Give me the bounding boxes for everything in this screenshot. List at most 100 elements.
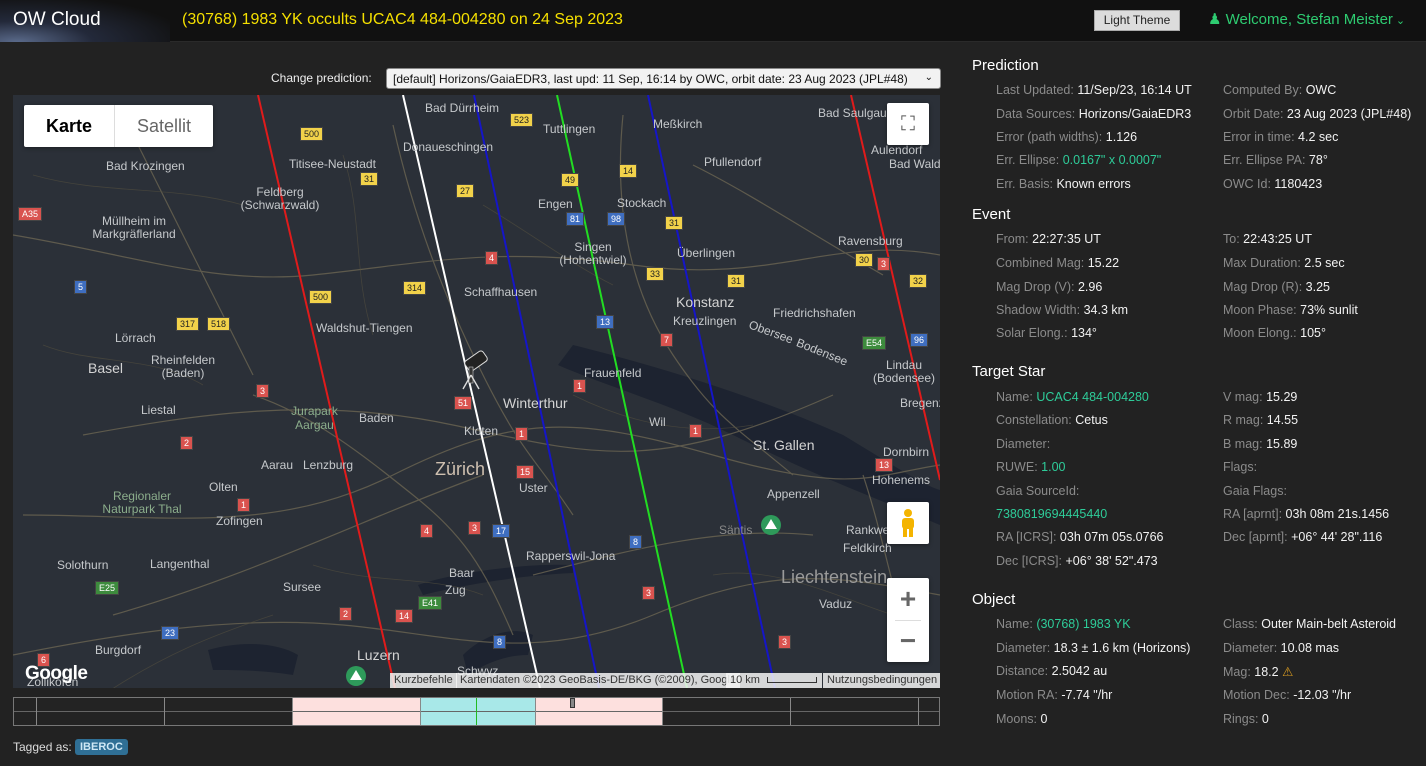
section-title-target-star: Target Star xyxy=(972,363,1046,380)
map-label: Rapperswil-Jona xyxy=(526,549,616,563)
map-label: Säntis xyxy=(719,523,753,537)
map-label: Lenzburg xyxy=(303,458,354,472)
map-label: Bad Saulgau xyxy=(818,106,887,120)
map-label: Überlingen xyxy=(677,246,736,260)
info-row: Moon Elong.: 105° xyxy=(1223,326,1326,340)
road-shield: 15 xyxy=(516,465,535,479)
terms-link[interactable]: Nutzungsbedingungen xyxy=(823,673,940,688)
info-row: Class: Outer Main-belt Asteroid xyxy=(1223,617,1396,631)
fullscreen-icon: ⛶ xyxy=(901,112,915,135)
map-label: Engen xyxy=(538,197,573,211)
keyboard-shortcuts-link[interactable]: Kurzbefehle xyxy=(390,673,457,688)
fullscreen-button[interactable]: ⛶ xyxy=(887,103,929,145)
map-label: Kloten xyxy=(464,424,499,438)
zoom-out-button[interactable]: − xyxy=(887,620,929,662)
light-theme-button[interactable]: Light Theme xyxy=(1094,10,1180,31)
info-row: 7380819694445440 xyxy=(996,507,1107,521)
user-menu[interactable]: ♟ Welcome, Stefan Meister ⌄ xyxy=(1208,10,1405,28)
warning-icon[interactable]: ⚠ xyxy=(1282,665,1293,679)
road-shield: 32 xyxy=(909,274,928,288)
info-row: Err. Ellipse PA: 78° xyxy=(1223,153,1328,167)
map-label: St. Gallen xyxy=(753,437,815,453)
info-key: Motion Dec: xyxy=(1223,688,1290,702)
ruwe-link[interactable]: 1.00 xyxy=(1041,460,1065,474)
timeline-handle[interactable] xyxy=(570,698,575,708)
road-shield: 13 xyxy=(875,458,894,472)
timeline-tick xyxy=(36,698,37,725)
info-row: Data Sources: Horizons/GaiaEDR3 xyxy=(996,107,1191,121)
timeline-tick xyxy=(164,698,165,725)
timeline-tick xyxy=(420,698,421,725)
info-value: 4.2 sec xyxy=(1298,130,1339,144)
info-row: Error (path widths): 1.126 xyxy=(996,130,1137,144)
road-shield: E54 xyxy=(862,336,887,350)
road-shield: 1 xyxy=(515,427,529,441)
road-shield: 81 xyxy=(566,212,585,226)
info-row: R mag: 14.55 xyxy=(1223,413,1298,427)
road-shield: A35 xyxy=(18,207,43,221)
info-row: RUWE: 1.00 xyxy=(996,460,1066,474)
info-value: Known errors xyxy=(1056,177,1131,191)
divider xyxy=(895,620,921,621)
prediction-select[interactable]: [default] Horizons/GaiaEDR3, last upd: 1… xyxy=(386,68,941,89)
gaia-source-id-link[interactable]: 7380819694445440 xyxy=(996,507,1107,521)
top-navbar: OW Cloud (30768) 1983 YK occults UCAC4 4… xyxy=(0,0,1426,42)
info-value: 22:43:25 UT xyxy=(1243,232,1312,246)
brand-logo[interactable]: OW Cloud xyxy=(0,0,170,42)
info-key: Err. Basis: xyxy=(996,177,1053,191)
brand-name[interactable]: OW Cloud xyxy=(13,9,101,31)
info-row: Diameter: 18.3 ± 1.6 km (Horizons) xyxy=(996,641,1190,655)
info-value: +06° 38' 52".473 xyxy=(1065,554,1158,568)
map-label: Rheinfelden (Baden) xyxy=(150,353,216,380)
info-row: Mag Drop (V): 2.96 xyxy=(996,280,1102,294)
time-slider[interactable] xyxy=(13,697,940,726)
road-shield: 51 xyxy=(454,396,473,410)
road-shield: 33 xyxy=(646,267,665,281)
info-value: 0 xyxy=(1261,712,1269,726)
zoom-in-button[interactable]: + xyxy=(887,578,929,620)
error-ellipse-link[interactable]: 0.0167" x 0.0007" xyxy=(1063,153,1162,167)
map-label: Aulendorf xyxy=(871,143,923,157)
info-key: Err. Ellipse: xyxy=(996,153,1060,167)
info-key: Class: xyxy=(1223,617,1258,631)
map-label: Solothurn xyxy=(57,558,109,572)
object-name-link[interactable]: (30768) 1983 YK xyxy=(1036,617,1130,631)
map-label: Titisee-Neustadt xyxy=(289,157,376,171)
google-logo[interactable]: Google xyxy=(25,663,88,685)
info-row: From: 22:27:35 UT xyxy=(996,232,1101,246)
map-label: Singen (Hohentwiel) xyxy=(559,240,627,267)
road-shield: 2 xyxy=(339,607,353,621)
section-title-event: Event xyxy=(972,206,1011,223)
info-row: Gaia Flags: xyxy=(1223,484,1287,498)
info-row: Combined Mag: 15.22 xyxy=(996,256,1119,270)
road-shield: 314 xyxy=(403,281,427,295)
map-label: Ravensburg xyxy=(838,234,903,248)
info-value: 18.3 ± 1.6 km (Horizons) xyxy=(1053,641,1191,655)
info-row: V mag: 15.29 xyxy=(1223,390,1297,404)
info-row: Gaia SourceId: xyxy=(996,484,1079,498)
star-name-link[interactable]: UCAC4 484-004280 xyxy=(1036,390,1149,404)
pegman-icon xyxy=(902,509,914,537)
map-type-satellit-button[interactable]: Satellit xyxy=(114,105,213,147)
info-value: 15.29 xyxy=(1266,390,1298,404)
tag-badge[interactable]: IBEROC xyxy=(75,739,128,755)
map-type-karte-button[interactable]: Karte xyxy=(24,105,114,147)
info-key: Name: xyxy=(996,617,1033,631)
info-value: 0 xyxy=(1040,712,1048,726)
road-shield: 1 xyxy=(689,424,703,438)
info-row: Error in time: 4.2 sec xyxy=(1223,130,1338,144)
pegman-button[interactable] xyxy=(887,502,929,544)
occultation-map[interactable]: Bad Dürrheim Tuttlingen Meßkirch Bad Sau… xyxy=(13,95,940,688)
map-scale[interactable]: 10 km xyxy=(726,673,822,688)
map-label: Zürich xyxy=(435,459,486,479)
info-key: V mag: xyxy=(1223,390,1263,404)
road-shield: 317 xyxy=(176,317,200,331)
map-label: Waldshut-Tiengen xyxy=(316,321,413,335)
map-label: Konstanz xyxy=(676,294,735,310)
info-row: Shadow Width: 34.3 km xyxy=(996,303,1128,317)
map-data-attribution[interactable]: Kartendaten ©2023 GeoBasis-DE/BKG (©2009… xyxy=(456,673,741,688)
map-label: Zug xyxy=(445,583,466,597)
map-label: Tuttlingen xyxy=(543,122,596,136)
road-shield: 13 xyxy=(596,315,615,329)
map-label: Lörrach xyxy=(115,331,156,345)
